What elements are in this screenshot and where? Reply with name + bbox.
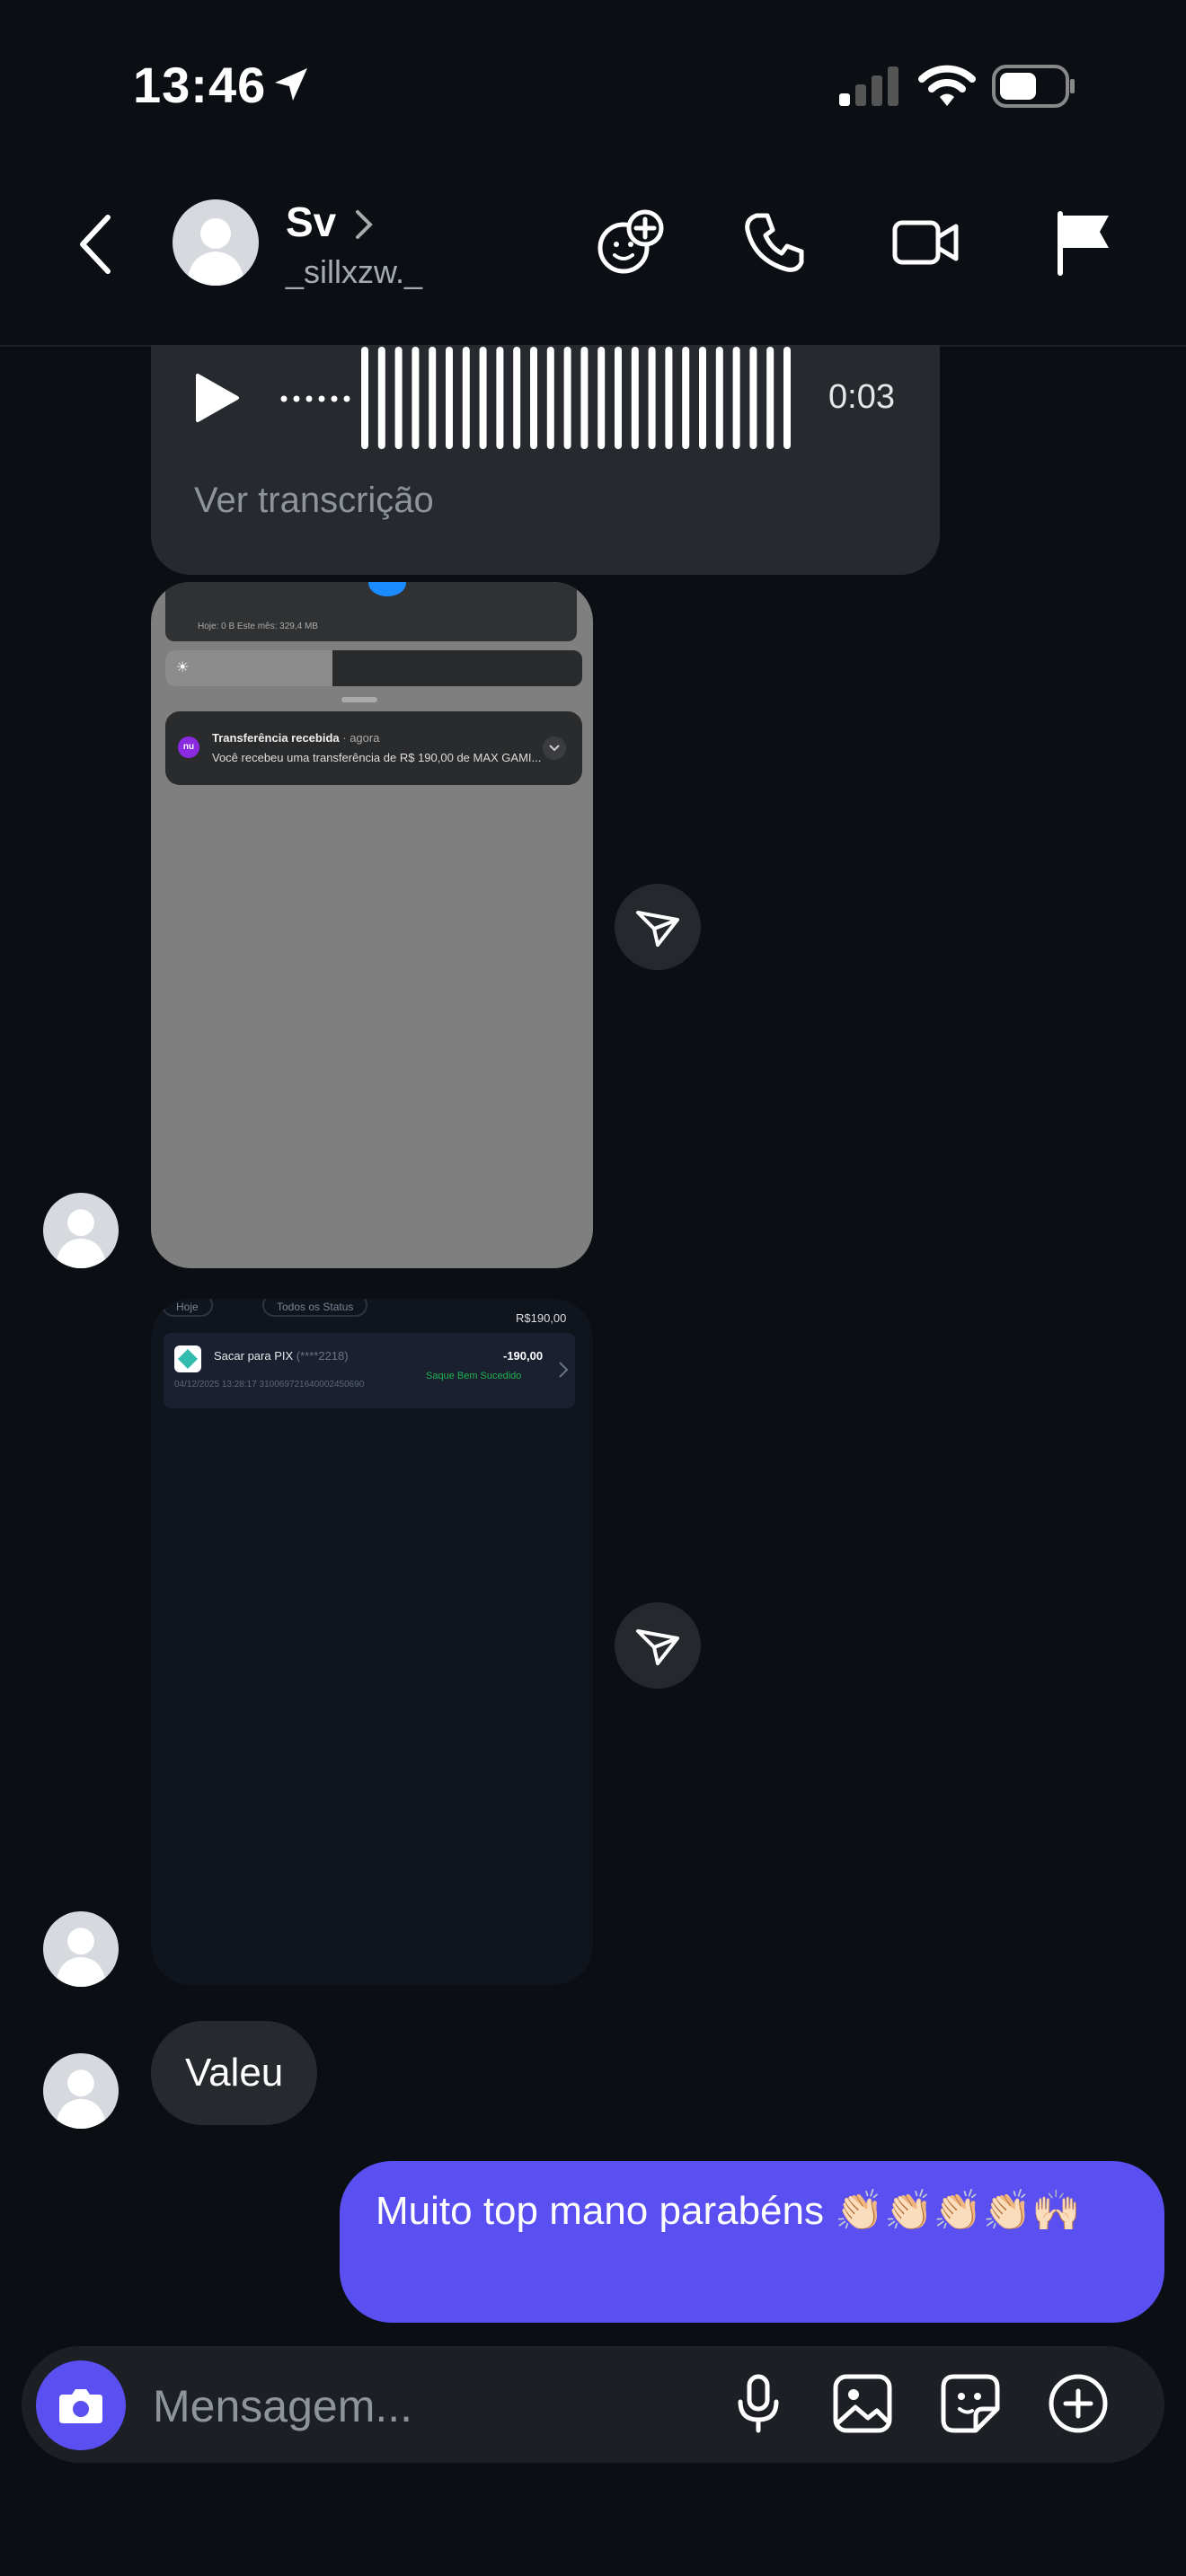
waveform-bar xyxy=(496,347,504,449)
sender-avatar[interactable] xyxy=(43,1911,119,1987)
camera-button[interactable] xyxy=(36,2360,126,2450)
image-message-notification[interactable]: Hoje: 0 B Este mês: 329,4 MB ☀ nu Transf… xyxy=(151,582,593,1268)
camera-icon xyxy=(59,2389,102,2423)
phone-icon[interactable] xyxy=(739,207,810,278)
notification-title: Transferência recebida · agora xyxy=(212,731,380,745)
waveform-bar xyxy=(412,347,420,449)
send-icon xyxy=(636,1629,679,1665)
transaction-card: Sacar para PIX (****2218) 04/12/2025 13:… xyxy=(164,1333,575,1408)
microphone-icon[interactable] xyxy=(724,2369,792,2438)
default-avatar-icon xyxy=(56,1209,106,1268)
waveform-bar xyxy=(580,347,589,449)
forward-button[interactable] xyxy=(615,1602,701,1689)
location-arrow-icon xyxy=(275,68,307,101)
waveform-bar xyxy=(648,347,656,449)
view-transcription-link[interactable]: Ver transcrição xyxy=(194,481,434,521)
filter-status: Todos os Status xyxy=(262,1299,368,1317)
waveform-bar xyxy=(479,347,487,449)
waveform-bar xyxy=(377,347,385,449)
waveform-bar xyxy=(530,347,537,449)
image-message-transaction[interactable]: Hoje Todos os Status R$190,00 Sacar para… xyxy=(151,1299,593,1985)
grabber-handle xyxy=(341,697,377,702)
send-icon xyxy=(636,911,679,947)
default-avatar-icon xyxy=(56,1928,106,1987)
contact-avatar[interactable] xyxy=(173,199,259,286)
transaction-value: -190,00 xyxy=(503,1349,544,1363)
chevron-right-icon[interactable] xyxy=(352,208,376,241)
waveform-bar xyxy=(665,347,673,449)
waveform-bar xyxy=(615,347,622,449)
status-time: 13:46 xyxy=(133,57,267,113)
waveform-bar xyxy=(394,347,403,449)
voice-duration: 0:03 xyxy=(828,378,895,416)
message-input[interactable] xyxy=(151,2369,712,2443)
cellular-signal-icon xyxy=(839,66,898,106)
waveform-bar xyxy=(462,347,470,449)
waveform-bar xyxy=(429,347,437,449)
default-avatar-icon xyxy=(56,2069,106,2129)
control-center-panel: Hoje: 0 B Este mês: 329,4 MB xyxy=(165,582,577,641)
brightness-slider: ☀ xyxy=(165,650,582,686)
filter-date: Hoje xyxy=(162,1299,213,1317)
default-avatar-icon xyxy=(187,218,244,286)
waveform-bar xyxy=(766,347,774,449)
incoming-message[interactable]: Valeu xyxy=(151,2021,318,2125)
back-icon[interactable] xyxy=(74,212,117,277)
outgoing-message[interactable]: Muito top mano parabéns 👏🏻👏🏻👏🏻👏🏻🙌🏻 xyxy=(340,2161,1164,2323)
flag-icon[interactable] xyxy=(1049,207,1121,278)
waveform-bar xyxy=(682,347,690,449)
notification-body: Você recebeu uma transferência de R$ 190… xyxy=(212,751,542,764)
waveform-bar xyxy=(361,347,368,449)
sticker-icon[interactable] xyxy=(936,2369,1005,2438)
sun-icon: ☀ xyxy=(176,660,190,675)
gallery-icon[interactable] xyxy=(828,2369,897,2438)
waveform-bar xyxy=(699,347,706,449)
bank-notification: nu Transferência recebida · agora Você r… xyxy=(165,711,582,785)
forward-button[interactable] xyxy=(615,884,701,970)
waveform-bar xyxy=(631,347,639,449)
waveform-bar xyxy=(446,347,453,449)
voice-progress-dots xyxy=(280,395,350,402)
battery-icon xyxy=(992,65,1075,108)
sender-avatar[interactable] xyxy=(43,2053,119,2129)
sender-avatar[interactable] xyxy=(43,1193,119,1268)
transaction-meta: 04/12/2025 13:28:17 31006972164000245069… xyxy=(174,1380,365,1389)
waveform-bar xyxy=(513,347,521,449)
waveform-bar xyxy=(783,347,791,449)
voice-waveform[interactable] xyxy=(359,345,800,453)
bank-app-icon: nu xyxy=(178,737,199,758)
storage-text: Hoje: 0 B Este mês: 329,4 MB xyxy=(198,622,318,631)
waveform-bar xyxy=(732,347,740,449)
play-icon[interactable] xyxy=(190,370,243,426)
pix-logo-icon xyxy=(174,1345,201,1372)
waveform-bar xyxy=(563,347,571,449)
waveform-bar xyxy=(749,347,757,449)
chevron-down-icon xyxy=(543,737,566,760)
contact-name[interactable]: Sv xyxy=(286,198,336,246)
chevron-right-icon xyxy=(559,1362,569,1378)
wifi-icon xyxy=(918,65,976,106)
waveform-bar xyxy=(715,347,723,449)
add-effect-icon[interactable] xyxy=(595,207,667,278)
waveform-bar xyxy=(597,347,606,449)
toggle-dot xyxy=(368,582,406,596)
transaction-title: Sacar para PIX (****2218) xyxy=(214,1349,349,1363)
balance-amount: R$190,00 xyxy=(516,1311,567,1325)
transaction-status: Saque Bem Sucedido xyxy=(426,1371,522,1381)
video-call-icon[interactable] xyxy=(890,207,961,278)
waveform-bar xyxy=(546,347,554,449)
contact-username[interactable]: _sillxzw._ xyxy=(286,253,422,291)
add-icon[interactable] xyxy=(1044,2369,1112,2438)
